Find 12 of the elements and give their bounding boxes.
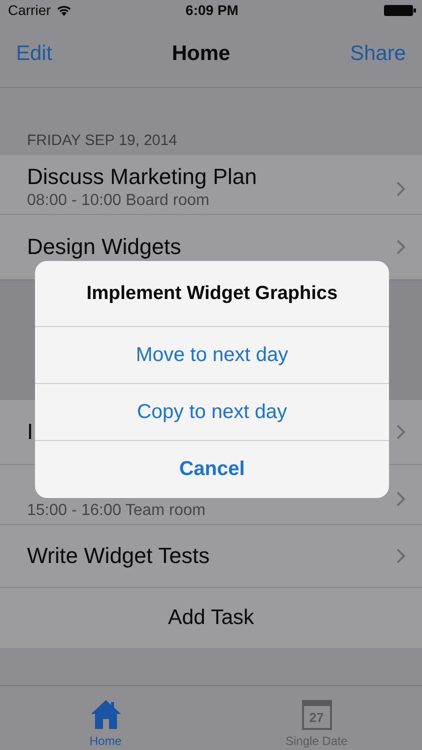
task-title: Design Widgets	[27, 234, 182, 260]
task-subtitle: 08:00 - 10:00 Board room	[27, 192, 210, 210]
carrier-label: Carrier	[8, 2, 51, 18]
task-title: Discuss Marketing Plan	[27, 164, 258, 190]
nav-title: Home	[172, 42, 230, 66]
task-title: Write Widget Tests	[27, 543, 211, 569]
status-time: 6:09 PM	[186, 2, 238, 18]
task-title: I	[27, 419, 34, 445]
section-header: FRIDAY SEP 19, 2014	[27, 132, 178, 149]
task-subtitle: 15:00 - 16:00 Team room	[27, 502, 206, 520]
alert-title: Implement Widget Graphics	[35, 261, 389, 327]
tab-label: Home	[89, 734, 122, 748]
